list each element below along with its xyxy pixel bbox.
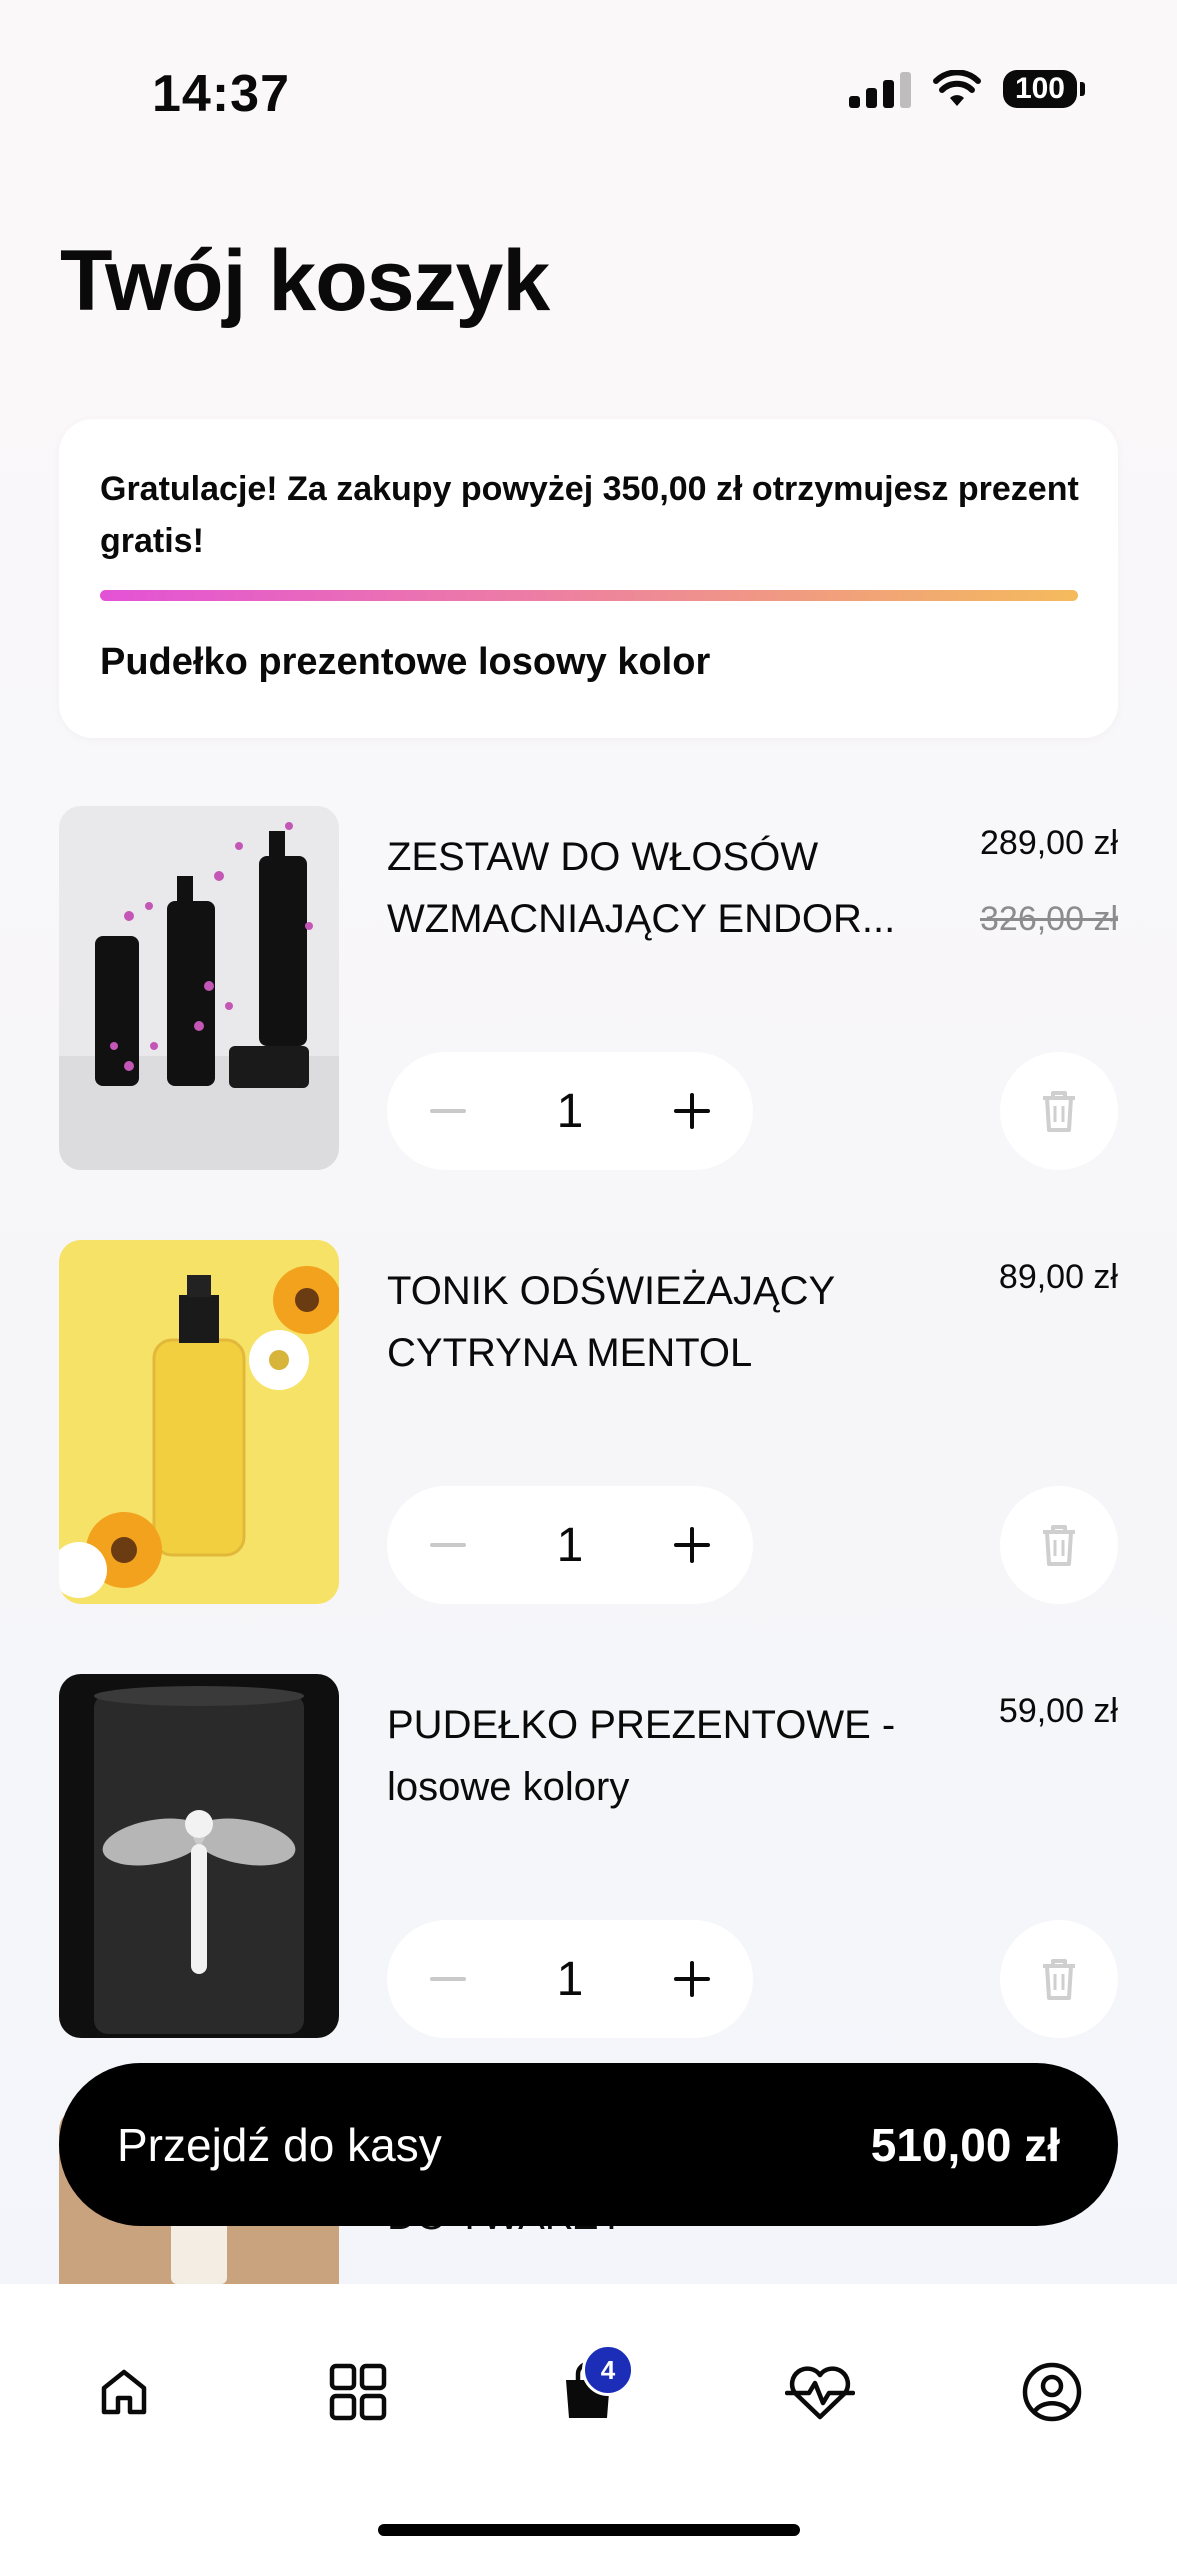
trash-icon xyxy=(1043,1959,1075,2000)
heart-pulse-icon xyxy=(785,2366,855,2420)
cart-item: ZESTAW DO WŁOSÓW WZMACNIAJĄCY ENDOR... 2… xyxy=(59,806,1118,1170)
tab-categories[interactable] xyxy=(298,2332,418,2452)
product-image[interactable] xyxy=(59,806,339,1170)
cart-item: TONIK ODŚWIEŻAJĄCY CYTRYNA MENTOL 89,00 … xyxy=(59,1240,1118,1604)
quantity-stepper: 1 xyxy=(387,1920,753,2038)
decrease-quantity-button[interactable] xyxy=(408,1939,488,2019)
cart-item: PUDEŁKO PREZENTOWE - losowe kolory 59,00… xyxy=(59,1674,1118,2038)
product-old-price: 326,00 zł xyxy=(980,900,1118,938)
plus-icon xyxy=(674,1093,710,1129)
home-indicator[interactable] xyxy=(378,2524,800,2536)
product-price: 89,00 zł xyxy=(998,1258,1118,1296)
checkout-label: Przejdź do kasy xyxy=(117,2118,442,2171)
increase-quantity-button[interactable] xyxy=(652,1505,732,1585)
gift-name: Pudełko prezentowe losowy kolor xyxy=(100,641,711,683)
product-image[interactable] xyxy=(59,1240,339,1604)
promo-progress-bar xyxy=(100,590,1078,601)
bottom-tab-bar: 4 xyxy=(0,2284,1177,2560)
decrease-quantity-button[interactable] xyxy=(408,1071,488,1151)
cart-count-badge: 4 xyxy=(582,2344,634,2396)
battery-icon: 100 xyxy=(1002,70,1086,108)
cellular-signal-icon xyxy=(848,70,911,108)
product-price: 59,00 zł xyxy=(998,1692,1118,1730)
wifi-icon xyxy=(932,70,981,106)
quantity-value: 1 xyxy=(556,1952,584,2006)
increase-quantity-button[interactable] xyxy=(652,1071,732,1151)
grid-icon xyxy=(329,2363,387,2421)
product-price: 289,00 zł xyxy=(980,824,1118,862)
checkout-button[interactable]: Przejdź do kasy 510,00 zł xyxy=(59,2063,1118,2226)
checkout-total: 510,00 zł xyxy=(870,2118,1060,2171)
quantity-stepper: 1 xyxy=(387,1052,753,1170)
status-time: 14:37 xyxy=(152,65,290,123)
tab-account[interactable] xyxy=(992,2332,1112,2452)
product-name[interactable]: ZESTAW DO WŁOSÓW WZMACNIAJĄCY ENDOR... xyxy=(387,826,977,950)
tab-cart[interactable]: 4 xyxy=(528,2332,648,2452)
promo-message: Gratulacje! Za zakupy powyżej 350,00 zł … xyxy=(100,470,1079,560)
minus-icon xyxy=(430,1977,466,1981)
quantity-value: 1 xyxy=(556,1084,584,1138)
plus-icon xyxy=(674,1961,710,1997)
trash-icon xyxy=(1043,1525,1075,1566)
gift-promo-card: Gratulacje! Za zakupy powyżej 350,00 zł … xyxy=(59,419,1118,738)
increase-quantity-button[interactable] xyxy=(652,1939,732,2019)
product-image[interactable] xyxy=(59,1674,339,2038)
trash-icon xyxy=(1043,1091,1075,1132)
quantity-value: 1 xyxy=(556,1518,584,1572)
decrease-quantity-button[interactable] xyxy=(408,1505,488,1585)
minus-icon xyxy=(430,1543,466,1547)
page-title: Twój koszyk xyxy=(60,233,550,329)
delete-item-button[interactable] xyxy=(1000,1920,1118,2038)
status-icons: 100 xyxy=(848,70,1086,108)
account-icon xyxy=(1022,2362,1082,2422)
minus-icon xyxy=(430,1109,466,1113)
tab-health[interactable] xyxy=(760,2332,880,2452)
plus-icon xyxy=(674,1527,710,1563)
delete-item-button[interactable] xyxy=(1000,1486,1118,1604)
product-name[interactable]: PUDEŁKO PREZENTOWE - losowe kolory xyxy=(387,1694,977,1818)
quantity-stepper: 1 xyxy=(387,1486,753,1604)
tab-home[interactable] xyxy=(64,2332,184,2452)
delete-item-button[interactable] xyxy=(1000,1052,1118,1170)
home-icon xyxy=(101,2369,147,2415)
product-name[interactable]: TONIK ODŚWIEŻAJĄCY CYTRYNA MENTOL xyxy=(387,1260,977,1384)
